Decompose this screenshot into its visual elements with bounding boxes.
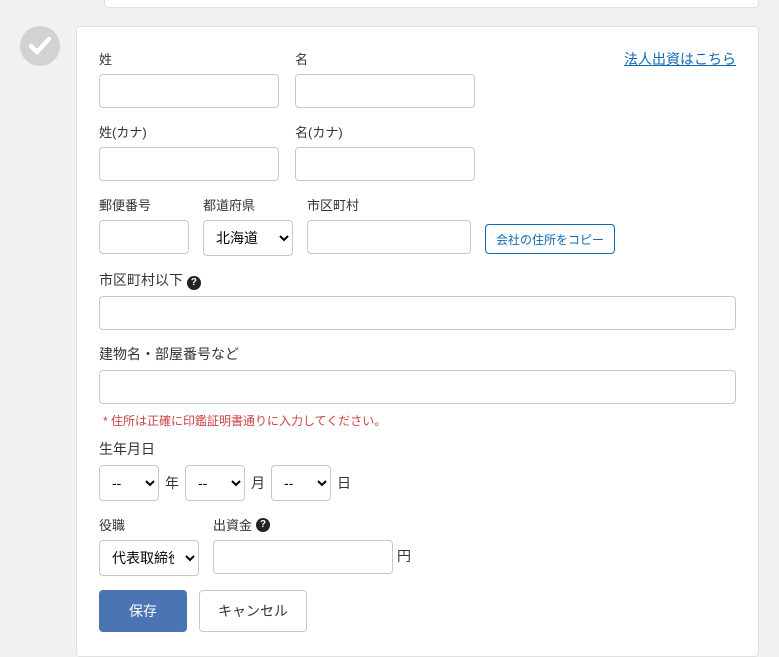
- label-last-name: 姓: [99, 49, 279, 68]
- day-unit: 日: [337, 473, 351, 501]
- zip-input[interactable]: [99, 220, 189, 254]
- cancel-button[interactable]: キャンセル: [199, 590, 307, 632]
- label-city-below-text: 市区町村以下: [99, 272, 183, 288]
- label-position: 役職: [99, 515, 199, 534]
- save-button[interactable]: 保存: [99, 590, 187, 632]
- last-name-input[interactable]: [99, 74, 279, 108]
- last-name-kana-input[interactable]: [99, 147, 279, 181]
- copy-company-address-button[interactable]: 会社の住所をコピー: [485, 224, 615, 254]
- birth-month-select[interactable]: --: [185, 465, 245, 501]
- help-icon[interactable]: ?: [256, 518, 270, 532]
- label-birthdate: 生年月日: [99, 439, 736, 459]
- building-input[interactable]: [99, 370, 736, 404]
- city-below-input[interactable]: [99, 296, 736, 330]
- address-note: * 住所は正確に印鑑証明書通りに入力してください。: [103, 412, 736, 429]
- birth-day-select[interactable]: --: [271, 465, 331, 501]
- label-prefecture: 都道府県: [203, 195, 293, 214]
- label-building: 建物名・部屋番号など: [99, 344, 736, 364]
- amount-unit: 円: [397, 546, 411, 574]
- label-first-name-kana: 名(カナ): [295, 122, 475, 141]
- label-investment-text: 出資金: [213, 515, 252, 534]
- first-name-kana-input[interactable]: [295, 147, 475, 181]
- corporate-investment-link[interactable]: 法人出資はこちら: [624, 49, 736, 69]
- investor-form-card: 姓 名 法人出資はこちら 姓(カナ) 名(カナ): [76, 26, 759, 657]
- month-unit: 月: [251, 473, 265, 501]
- previous-card-sliver: [104, 0, 759, 8]
- label-first-name: 名: [295, 49, 475, 68]
- label-city: 市区町村: [307, 195, 471, 214]
- first-name-input[interactable]: [295, 74, 475, 108]
- year-unit: 年: [165, 473, 179, 501]
- prefecture-select[interactable]: 北海道: [203, 220, 293, 256]
- label-zip: 郵便番号: [99, 195, 189, 214]
- label-city-below: 市区町村以下 ?: [99, 270, 736, 290]
- label-investment: 出資金 ?: [213, 515, 411, 534]
- step-check-icon: [20, 26, 60, 66]
- label-last-name-kana: 姓(カナ): [99, 122, 279, 141]
- city-input[interactable]: [307, 220, 471, 254]
- position-select[interactable]: 代表取締役: [99, 540, 199, 576]
- help-icon[interactable]: ?: [187, 276, 201, 290]
- investment-amount-input[interactable]: [213, 540, 393, 574]
- birth-year-select[interactable]: --: [99, 465, 159, 501]
